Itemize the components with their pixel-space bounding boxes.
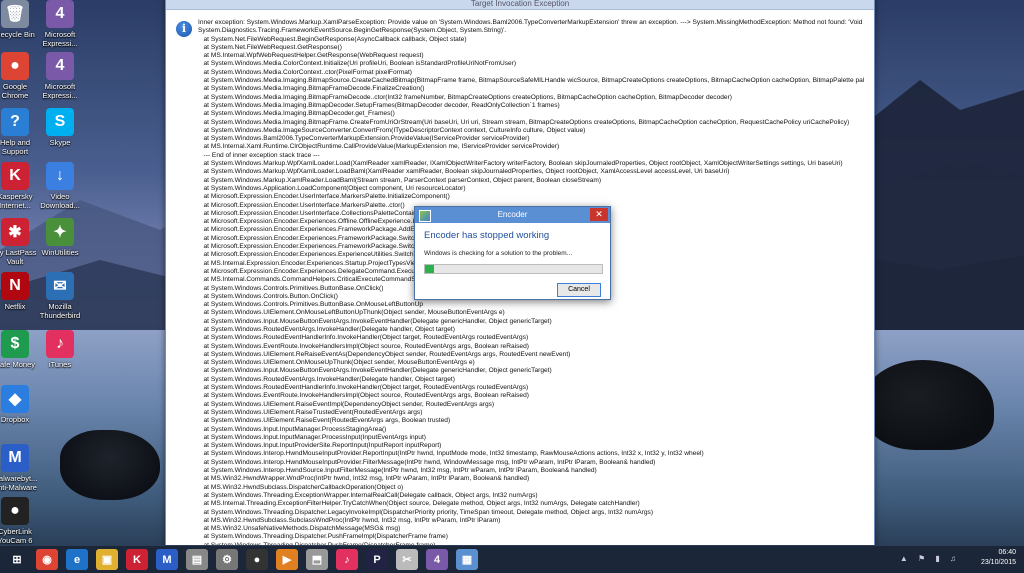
chrome-icon: ● <box>1 52 29 80</box>
progress-fill <box>425 265 434 273</box>
desktop-icon-label: WinUtilities <box>41 248 79 257</box>
kaspersky-icon: K <box>1 162 29 190</box>
desktop-icon-label: Skype <box>49 138 71 147</box>
taskbar: ⊞ ◉ e ▣ K M ▤ ⚙ ● ▶ ⬒ ♪ P ✂ 4 ▦ ▲ ⚑ ▮ ♫ 06:40 23/10/201… <box>0 545 1024 573</box>
desktop-icon-label: Mozilla Thunderbird <box>39 302 81 320</box>
progress-bar <box>424 264 603 274</box>
desktop-icon[interactable]: ✱ My LastPass Vault <box>0 218 40 274</box>
youcam-icon: ● <box>1 497 29 525</box>
desktop-icon-label: iTunes <box>48 360 72 369</box>
cancel-button[interactable]: Cancel <box>557 283 601 297</box>
tray-icons[interactable]: ▲ ⚑ ▮ ♫ <box>900 554 960 563</box>
clock-time: 06:40 <box>998 549 1016 556</box>
netflix-icon: N <box>1 272 29 300</box>
media-icon[interactable]: ▶ <box>276 549 298 570</box>
desktop-icon[interactable]: ↓ Video Download... <box>35 162 85 218</box>
desktop-icon-label: My LastPass Vault <box>0 248 37 266</box>
ie-icon[interactable]: e <box>66 549 88 570</box>
info-icon: i <box>176 21 192 37</box>
dialog-title: Encoder <box>497 210 528 219</box>
download-icon: ↓ <box>46 162 74 190</box>
desktop-icon-label: Kaspersky Internet... <box>0 192 33 210</box>
desktop-icon[interactable]: ? Help and Support <box>0 108 40 164</box>
dropbox-icon: ◆ <box>1 385 29 413</box>
exception-window-title[interactable]: Target Invocation Exception <box>166 0 874 10</box>
desktop-icon-label: Google Chrome <box>1 82 29 100</box>
desktop-icon-label: Microsoft Expressi... <box>42 82 78 100</box>
desktop-icon[interactable]: ✦ WinUtilities <box>35 218 85 274</box>
desktop-icon-label: Recycle Bin <box>0 30 35 39</box>
chrome-icon[interactable]: ◉ <box>36 549 58 570</box>
expression-icon: 4 <box>46 0 74 28</box>
dialog-heading: Encoder has stopped working <box>424 230 550 241</box>
desktop-icon-label: Malwarebyt... Anti-Malware <box>0 474 38 492</box>
desktop-icon[interactable]: ● Google Chrome <box>0 52 40 108</box>
youcam-icon[interactable]: ● <box>246 549 268 570</box>
dialog-status: Windows is checking for a solution to th… <box>424 250 573 257</box>
itunes-icon: ♪ <box>46 330 74 358</box>
malwarebytes-icon[interactable]: M <box>156 549 178 570</box>
desktop-icon[interactable]: ✉ Mozilla Thunderbird <box>35 272 85 328</box>
encoder-crash-dialog[interactable]: Encoder ✕ Encoder has stopped working Wi… <box>414 206 611 300</box>
window-icon[interactable]: ⬒ <box>306 549 328 570</box>
desktop-icon-label: Help and Support <box>0 138 31 156</box>
encoder-icon[interactable]: ▦ <box>456 549 478 570</box>
desktop-icon[interactable]: 4 Microsoft Expressi... <box>35 0 85 56</box>
desktop-icon[interactable]: K Kaspersky Internet... <box>0 162 40 218</box>
desktop-icon-label: Video Download... <box>40 192 80 210</box>
photoshop-icon[interactable]: P <box>366 549 388 570</box>
desktop-icon[interactable]: $ Safe Money <box>0 330 40 386</box>
app-icon[interactable]: ▤ <box>186 549 208 570</box>
itunes-icon[interactable]: ♪ <box>336 549 358 570</box>
desktop-icon-label: Microsoft Expressi... <box>42 30 78 48</box>
rock-left <box>60 430 160 500</box>
expression-icon: 4 <box>46 52 74 80</box>
clock[interactable]: 06:40 23/10/2015 <box>964 548 1016 568</box>
desktop-icon[interactable]: 4 Microsoft Expressi... <box>35 52 85 108</box>
thunderbird-icon: ✉ <box>46 272 74 300</box>
desktop-icon[interactable]: 🗑 Recycle Bin <box>0 0 40 56</box>
desktop-icon-label: CyberLink YouCam 6 <box>0 527 33 545</box>
start-icon[interactable]: ⊞ <box>6 549 28 570</box>
desktop-icon[interactable]: ♪ iTunes <box>35 330 85 386</box>
help-icon: ? <box>1 108 29 136</box>
dialog-titlebar[interactable]: Encoder ✕ <box>415 207 610 223</box>
desktop-icon-label: Safe Money <box>0 360 36 369</box>
close-button[interactable]: ✕ <box>590 208 608 221</box>
lastpass-icon: ✱ <box>1 218 29 246</box>
skype-icon: S <box>46 108 74 136</box>
kaspersky-icon[interactable]: K <box>126 549 148 570</box>
snipping-icon[interactable]: ✂ <box>396 549 418 570</box>
expression-icon[interactable]: 4 <box>426 549 448 570</box>
recycle-bin-icon: 🗑 <box>1 0 29 28</box>
desktop-icon-label: Dropbox <box>0 415 30 424</box>
explorer-icon[interactable]: ▣ <box>96 549 118 570</box>
winutilities-icon: ✦ <box>46 218 74 246</box>
desktop-icon[interactable]: M Malwarebyt... Anti-Malware <box>0 444 40 500</box>
desktop-icon[interactable]: S Skype <box>35 108 85 164</box>
safe-money-icon: $ <box>1 330 29 358</box>
malwarebytes-icon: M <box>1 444 29 472</box>
desktop-icon[interactable]: N Netflix <box>0 272 40 328</box>
desktop-icon[interactable]: ◆ Dropbox <box>0 385 40 441</box>
clock-date: 23/10/2015 <box>980 559 1016 566</box>
desktop-icon-label: Netflix <box>4 302 26 311</box>
settings-icon[interactable]: ⚙ <box>216 549 238 570</box>
